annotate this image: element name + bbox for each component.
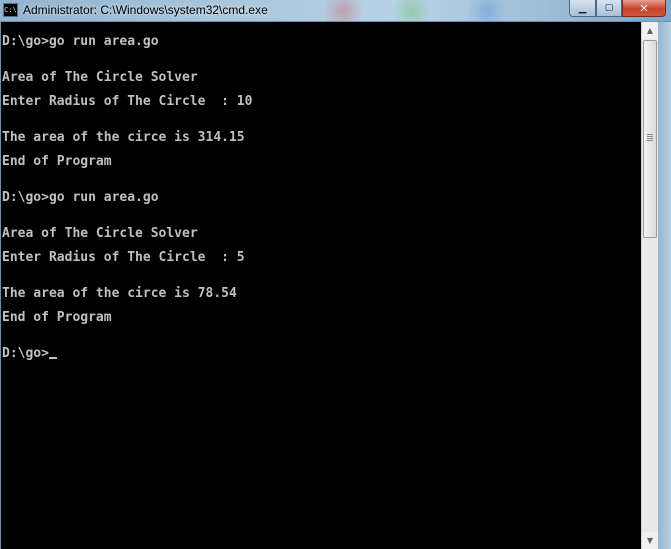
console-line: D:\go>go run area.go xyxy=(2,190,159,205)
console-line: Area of The Circle Solver xyxy=(2,70,198,85)
window-frame-right xyxy=(658,22,671,549)
window-title: Administrator: C:\Windows\system32\cmd.e… xyxy=(23,3,268,17)
minimize-button[interactable]: ▁ xyxy=(569,0,596,17)
cmd-app-icon[interactable]: C:\ xyxy=(3,3,18,17)
console-line: Area of The Circle Solver xyxy=(2,226,198,241)
console-line: End of Program xyxy=(2,154,112,169)
console-prompt[interactable]: D:\go> xyxy=(2,346,57,362)
close-button[interactable]: ✕ xyxy=(622,0,666,17)
cmd-window: C:\ Administrator: C:\Windows\system32\c… xyxy=(0,0,671,549)
prompt-text: D:\go> xyxy=(2,346,49,361)
scroll-up-arrow-icon[interactable]: ▲ xyxy=(642,22,658,39)
console-line: Enter Radius of The Circle : 5 xyxy=(2,250,245,265)
console-output[interactable]: D:\go>go run area.go Area of The Circle … xyxy=(0,22,641,549)
scrollbar-thumb[interactable] xyxy=(643,40,657,238)
console-line: Enter Radius of The Circle : 10 xyxy=(2,94,253,109)
console-line: D:\go>go run area.go xyxy=(2,34,159,49)
console-line: The area of the circe is 78.54 xyxy=(2,286,237,301)
console-line: The area of the circe is 314.15 xyxy=(2,130,245,145)
window-frame-left xyxy=(0,22,1,549)
maximize-button[interactable]: ▢ xyxy=(596,0,622,17)
scroll-down-arrow-icon[interactable]: ▼ xyxy=(642,532,658,549)
title-bar[interactable]: C:\ Administrator: C:\Windows\system32\c… xyxy=(0,0,671,28)
grip-icon xyxy=(647,133,653,142)
window-controls: ▁ ▢ ✕ xyxy=(569,0,666,18)
console-line: End of Program xyxy=(2,310,112,325)
text-cursor xyxy=(48,357,57,359)
vertical-scrollbar[interactable]: ▲ ▼ xyxy=(641,22,658,549)
